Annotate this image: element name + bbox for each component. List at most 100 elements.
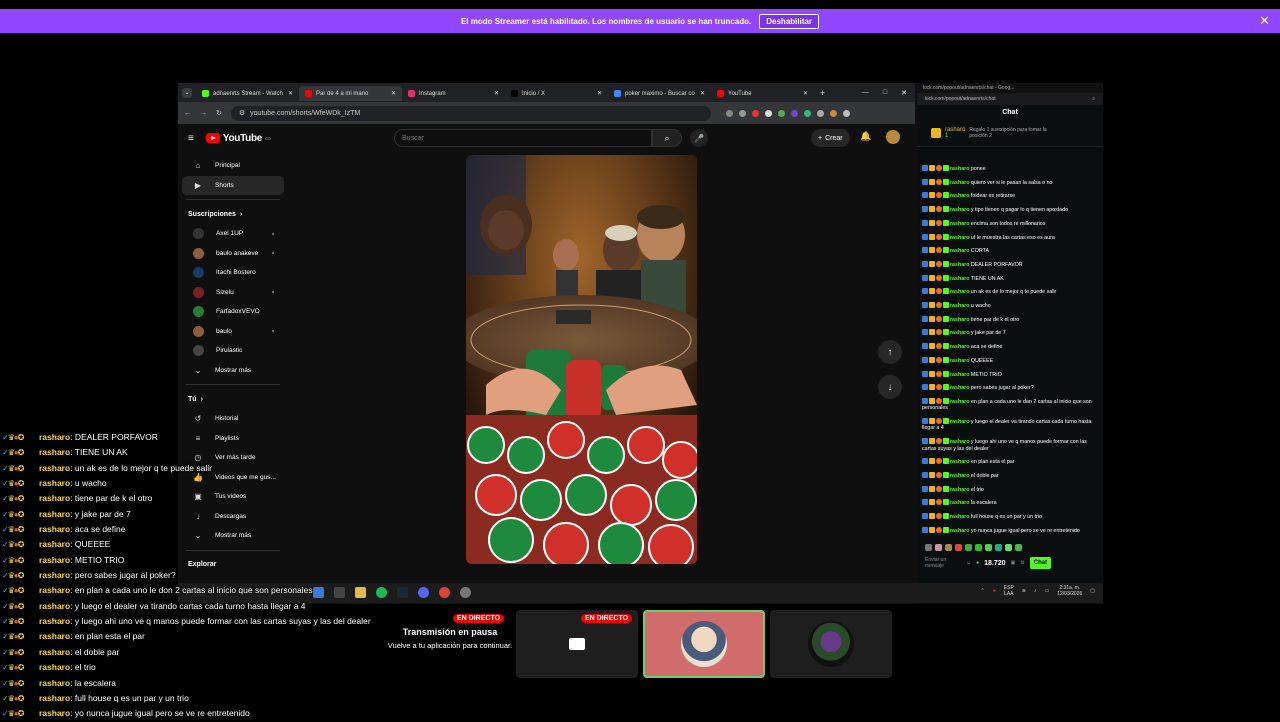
create-button[interactable]: + Crear (811, 129, 850, 147)
chat-username[interactable]: rasharo (950, 514, 969, 520)
gift-shop-icon[interactable]: ▣ (1011, 560, 1016, 566)
chat-username[interactable]: rasharo (950, 193, 969, 199)
language-indicator[interactable]: ESP LAA (1004, 585, 1014, 597)
cast-icon[interactable] (725, 109, 733, 117)
zoom-icon[interactable]: ⌕ (1092, 96, 1095, 102)
search-input[interactable]: Buscar (394, 129, 652, 147)
emote-picker-icon[interactable]: ☺ (966, 560, 971, 566)
emote-icon[interactable] (985, 543, 992, 551)
chat-username[interactable]: rasharo (950, 399, 969, 405)
chat-username[interactable]: rasharo (950, 500, 969, 506)
you-header[interactable]: Tú › (178, 389, 288, 409)
chat-username[interactable]: rasharo (950, 166, 969, 172)
close-icon[interactable]: ✕ (1259, 13, 1270, 29)
close-tab-icon[interactable]: ✕ (494, 90, 499, 97)
participant-tile[interactable] (770, 610, 892, 678)
bell-icon[interactable]: 🔔 (860, 131, 871, 142)
wifi-icon[interactable]: ≋ (1022, 588, 1026, 594)
emote-icon[interactable] (955, 543, 962, 551)
emote-icon[interactable] (975, 543, 982, 551)
browser-tab[interactable]: Inicio / X ✕ (505, 86, 608, 101)
menu-dots-icon[interactable] (842, 109, 850, 117)
chevron-up-icon[interactable]: ⌃ (981, 588, 985, 594)
minimize-icon[interactable]: — (862, 89, 869, 97)
previous-short-button[interactable]: ↑ (878, 340, 902, 364)
subscriptions-header[interactable]: Suscripciones › (178, 204, 288, 224)
reload-icon[interactable]: ↻ (216, 109, 222, 117)
new-tab-icon[interactable]: + (820, 88, 825, 98)
chat-username[interactable]: rasharo (950, 248, 969, 254)
battery-icon[interactable]: ▭ (1045, 588, 1050, 594)
emote-icon[interactable] (945, 543, 952, 551)
sidebar-item-subscription[interactable]: Axel 1UP (182, 224, 284, 244)
browser-tab[interactable]: adnaenrts Stream - Watch ✕ (196, 86, 299, 101)
maximize-icon[interactable]: □ (883, 89, 887, 97)
emote-icon[interactable] (1005, 543, 1012, 551)
chat-username[interactable]: rasharo (950, 358, 969, 364)
settings-icon[interactable] (460, 587, 471, 598)
chat-input[interactable]: Enviar un mensaje (925, 557, 961, 569)
extension-icon[interactable] (790, 109, 798, 117)
back-icon[interactable]: ← (184, 110, 191, 117)
tab-list-icon[interactable]: ⌄ (182, 87, 192, 98)
youtube-logo[interactable]: YouTube CO (205, 133, 271, 144)
settings-icon[interactable]: ⚙ (1020, 560, 1024, 566)
profile-icon[interactable] (829, 109, 837, 117)
clock[interactable]: 2:31a. m. 12/03/2026 (1057, 585, 1082, 597)
close-tab-icon[interactable]: ✕ (288, 90, 293, 97)
shorts-video-player[interactable] (466, 155, 697, 564)
emote-icon[interactable] (1015, 543, 1022, 551)
chat-username[interactable]: rasharo (950, 372, 969, 378)
chrome-icon[interactable] (439, 587, 450, 598)
chat-username[interactable]: rasharo (950, 303, 969, 309)
next-short-button[interactable]: ↓ (878, 375, 902, 399)
chat-username[interactable]: rasharo (950, 262, 969, 268)
close-tab-icon[interactable]: ✕ (700, 90, 705, 97)
extension-icon[interactable] (803, 109, 811, 117)
sidebar-item-subscription[interactable]: FarfadoxVEVO (182, 302, 284, 322)
chat-username[interactable]: rasharo (950, 344, 969, 350)
notifications-icon[interactable]: ▢ (1090, 588, 1095, 594)
sidebar-item-shorts[interactable]: ▶ Shorts (182, 175, 284, 195)
browser-tab[interactable]: YouTube ✕ (711, 86, 814, 101)
close-tab-icon[interactable]: ✕ (803, 90, 808, 97)
avatar[interactable] (886, 130, 900, 144)
chat-username[interactable]: rasharo (950, 180, 969, 186)
chat-username[interactable]: rasharo (950, 276, 969, 282)
chat-username[interactable]: rasharo (950, 235, 969, 241)
emote-icon[interactable] (965, 543, 972, 551)
chat-username[interactable]: rasharo (950, 330, 969, 336)
chat-username[interactable]: rasharo (950, 487, 969, 493)
disable-button[interactable]: Deshabilitar (759, 13, 820, 29)
browser-tab[interactable]: Instagram ✕ (402, 86, 505, 101)
chat-username[interactable]: rasharo (950, 289, 969, 295)
chat-username[interactable]: rasharo (950, 385, 969, 391)
emote-icon[interactable] (925, 543, 932, 551)
sidebar-item-subscription[interactable]: Pirulastic (182, 341, 284, 361)
hamburger-menu-icon[interactable]: ≡ (188, 133, 194, 144)
chat-username[interactable]: rasharo (950, 528, 969, 534)
close-tab-icon[interactable]: ✕ (391, 90, 396, 97)
close-tab-icon[interactable]: ✕ (597, 90, 602, 97)
mic-icon[interactable]: 🎤 (690, 129, 708, 147)
sidebar-item-principal[interactable]: ⌂ Principal (182, 156, 284, 176)
chat-username[interactable]: rasharo (950, 221, 969, 227)
volume-icon[interactable]: ♪ (1034, 588, 1037, 594)
bookmark-star-icon[interactable] (738, 109, 746, 117)
sidebar-item-subscription[interactable]: baulo (182, 322, 284, 342)
show-more-button[interactable]: ⌄ Mostrar más (182, 361, 284, 381)
participant-tile-selected[interactable] (643, 610, 765, 678)
browser-tab[interactable]: poker maximo - Buscar co ✕ (608, 86, 711, 101)
search-button[interactable]: ⌕ (652, 129, 682, 147)
sidebar-item-subscription[interactable]: Itachi Bostero (182, 263, 284, 283)
emote-icon[interactable] (995, 543, 1002, 551)
site-info-icon[interactable]: ⚙ (239, 109, 245, 117)
sidebar-item-subscription[interactable]: baulo anakeve (182, 244, 284, 264)
browser-tab[interactable]: Par de 4 a mi mano ✕ (299, 86, 402, 101)
chat-username[interactable]: rasharo (950, 473, 969, 479)
url-field[interactable]: ⚙ youtube.com/shorts/WfeWDk_IzTM (230, 105, 711, 121)
extension-icon[interactable] (764, 109, 772, 117)
extension-icon[interactable] (751, 109, 759, 117)
puzzle-icon[interactable] (816, 109, 824, 117)
close-window-icon[interactable]: ✕ (901, 89, 907, 97)
